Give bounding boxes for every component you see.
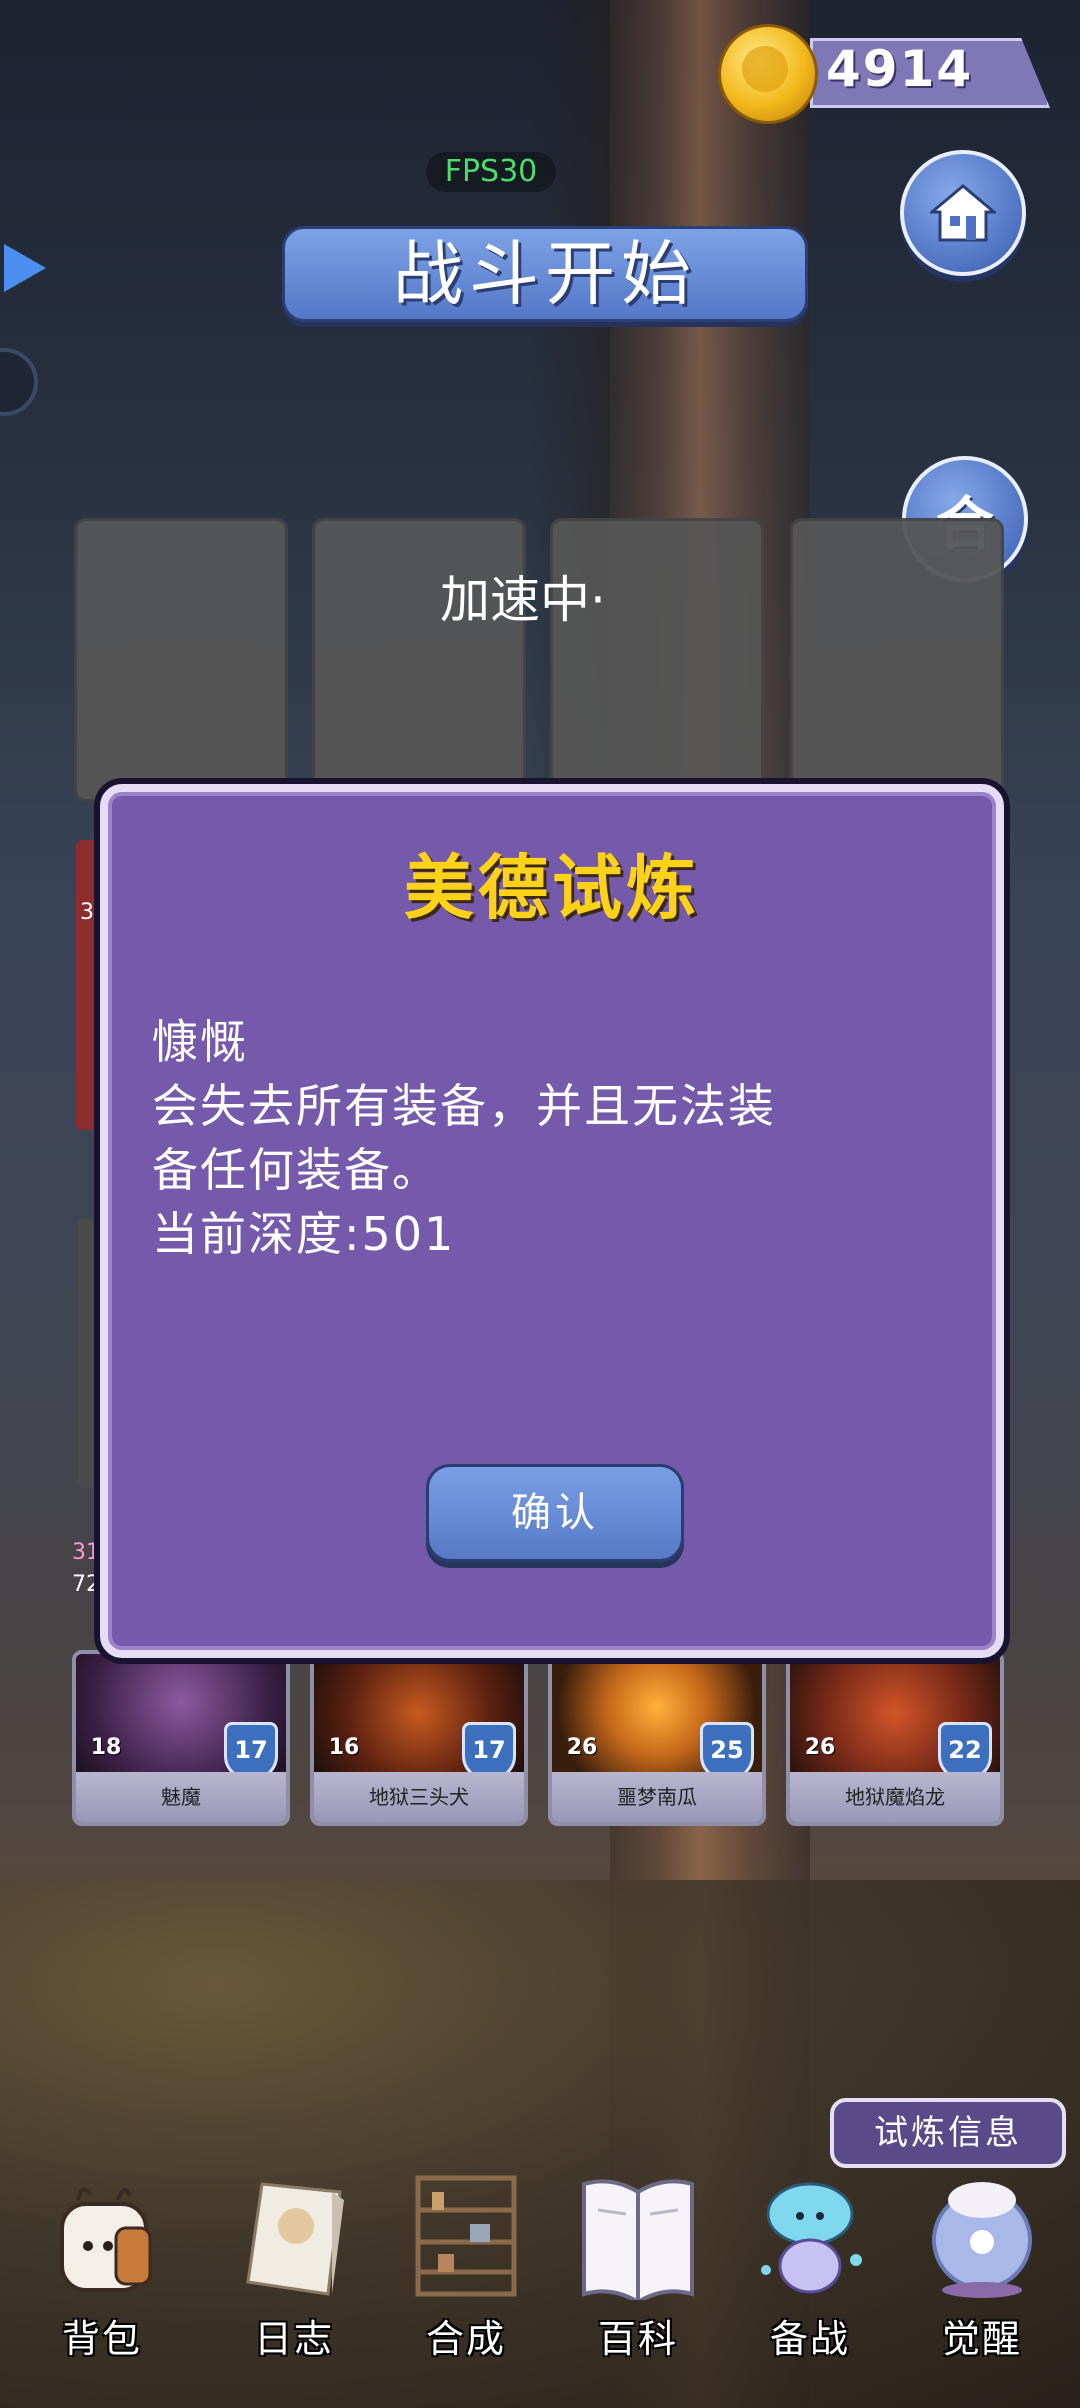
card-name: 地狱三头犬 <box>314 1772 524 1822</box>
monster-card[interactable]: 16 17 地狱三头犬 <box>310 1650 528 1826</box>
confirm-button[interactable]: 确认 <box>426 1464 684 1562</box>
nav-label: 日志 <box>253 2317 334 2361</box>
side-ring-button[interactable] <box>0 348 38 416</box>
monster-card[interactable]: 18 17 魅魔 <box>72 1650 290 1826</box>
card-name: 魅魔 <box>76 1772 286 1822</box>
nav-log[interactable]: 日志 <box>214 2160 374 2370</box>
home-button[interactable] <box>900 150 1026 276</box>
team-slot-1[interactable] <box>74 518 288 802</box>
nav-label: 备战 <box>769 2317 850 2361</box>
dialog-description: 备任何装备。 <box>152 1143 440 1197</box>
nav-prepare[interactable]: 备战 <box>730 2160 890 2370</box>
speed-up-status: 加速中· <box>440 571 606 629</box>
nav-encyclopedia[interactable]: 百科 <box>558 2160 718 2370</box>
hidden-card-number: 3 <box>80 900 94 925</box>
monster-card[interactable]: 26 22 地狱魔焰龙 <box>786 1650 1004 1826</box>
virtue-trial-dialog: 美德试炼 慷慨 会失去所有装备，并且无法装 备任何装备。 当前深度:501 确认 <box>100 784 1004 1658</box>
monster-card[interactable]: 26 25 噩梦南瓜 <box>548 1650 766 1826</box>
attack-badge: 18 <box>84 1724 128 1770</box>
prepare-icon <box>761 2182 862 2294</box>
dialog-depth: 当前深度:501 <box>152 1207 456 1261</box>
dialog-title: 美德试炼 <box>404 847 700 929</box>
card-name: 噩梦南瓜 <box>552 1772 762 1822</box>
attack-badge: 26 <box>560 1724 604 1770</box>
side-expand-arrow-icon[interactable] <box>4 244 46 292</box>
nav-label: 觉醒 <box>941 2317 1022 2361</box>
hidden-card-number: 31 <box>72 1540 100 1565</box>
log-icon <box>246 2182 344 2296</box>
dialog-description: 会失去所有装备，并且无法装 <box>152 1079 776 1133</box>
nav-label: 合成 <box>425 2317 506 2361</box>
coin-count: 4914 <box>826 40 974 98</box>
dialog-virtue-name: 慷慨 <box>152 1015 248 1069</box>
awaken-icon <box>932 2182 1032 2298</box>
attack-badge: 16 <box>322 1724 366 1770</box>
nav-awaken[interactable]: 觉醒 <box>902 2160 1062 2370</box>
encyclopedia-icon <box>582 2179 694 2300</box>
hidden-card-number: 72 <box>72 1572 100 1597</box>
nav-label: 百科 <box>597 2317 678 2361</box>
crafting-icon <box>415 2175 517 2297</box>
nav-crafting[interactable]: 合成 <box>386 2160 546 2370</box>
battle-start-button[interactable]: 战斗开始 <box>282 226 808 322</box>
backpack-icon <box>60 2187 152 2292</box>
coin-emblem-icon <box>742 46 788 92</box>
team-slot-4[interactable] <box>790 518 1004 802</box>
hidden-card-edge <box>76 840 102 1130</box>
home-icon <box>930 184 996 242</box>
nav-label: 背包 <box>61 2317 142 2361</box>
card-name: 地狱魔焰龙 <box>790 1772 1000 1822</box>
attack-badge: 26 <box>798 1724 842 1770</box>
nav-backpack[interactable]: 背包 <box>22 2160 182 2370</box>
trial-info-button[interactable]: 试炼信息 <box>830 2098 1066 2168</box>
fps-counter: FPS30 <box>426 152 556 192</box>
